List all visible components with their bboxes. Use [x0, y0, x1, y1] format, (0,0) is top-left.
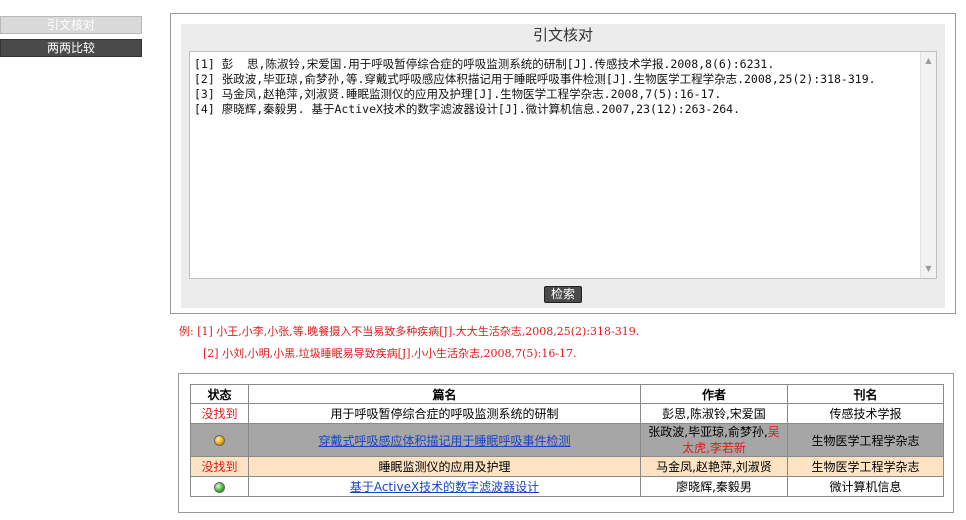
status-cell — [190, 476, 249, 497]
example-line-2: [2] 小刘,小明,小黑.垃圾睡眠易导致疾病[J].小小生活杂志,2008,7(… — [203, 347, 577, 360]
left-nav: 引文核对 两两比较 — [0, 16, 143, 57]
panel-title: 引文核对 — [532, 26, 593, 44]
results-box: 状态 篇名 作者 刊名 没找到 用于呼吸暂停综合症的呼吸监测系统的研制 彭思,陈… — [178, 373, 954, 513]
search-button[interactable]: 检索 — [544, 286, 582, 303]
journal-cell: 生物医学工程学杂志 — [787, 456, 944, 477]
authors-text: 张政波,毕亚琼,俞梦孙, — [648, 425, 768, 439]
authors-cell: 廖晓辉,秦毅男 — [640, 476, 788, 497]
title-link[interactable]: 穿戴式呼吸感应体积描记用于睡眠呼吸事件检测 — [318, 434, 570, 448]
example-hint: 例: [1] 小王,小李,小张,等.晚餐摄入不当易致多种疾病[J].大大生活杂志… — [179, 321, 639, 365]
nav-citation-check-button[interactable]: 引文核对 — [0, 16, 142, 34]
table-row: 没找到 睡眠监测仪的应用及护理 马金凤,赵艳萍,刘淑贤 生物医学工程学杂志 — [190, 456, 944, 477]
scroll-down-arrow-icon[interactable]: ▼ — [921, 262, 936, 276]
status-cell: 没找到 — [190, 403, 249, 424]
header-status: 状态 — [190, 384, 249, 404]
references-textarea[interactable]: [1] 彭 思,陈淑铃,宋爱国.用于呼吸暂停综合症的呼吸监测系统的研制[J].传… — [189, 51, 937, 279]
nav-pairwise-compare-button[interactable]: 两两比较 — [0, 39, 142, 57]
citation-panel-inner: 引文核对 [1] 彭 思,陈淑铃,宋爱国.用于呼吸暂停综合症的呼吸监测系统的研制… — [181, 24, 945, 308]
status-cell — [190, 423, 249, 457]
results-table: 状态 篇名 作者 刊名 没找到 用于呼吸暂停综合症的呼吸监测系统的研制 彭思,陈… — [190, 384, 944, 497]
table-row: 没找到 用于呼吸暂停综合症的呼吸监测系统的研制 彭思,陈淑铃,宋爱国 传感技术学… — [190, 403, 944, 424]
status-cell: 没找到 — [190, 456, 249, 477]
journal-cell: 生物医学工程学杂志 — [787, 423, 944, 457]
scroll-up-arrow-icon[interactable]: ▲ — [921, 54, 936, 68]
table-row: 穿戴式呼吸感应体积描记用于睡眠呼吸事件检测 张政波,毕亚琼,俞梦孙,吴太虎,李若… — [190, 423, 944, 457]
example-line-1: 例: [1] 小王,小李,小张,等.晚餐摄入不当易致多种疾病[J].大大生活杂志… — [179, 325, 640, 338]
table-row: 基于ActiveX技术的数字滤波器设计 廖晓辉,秦毅男 微计算机信息 — [190, 476, 944, 497]
references-text[interactable]: [1] 彭 思,陈淑铃,宋爱国.用于呼吸暂停综合症的呼吸监测系统的研制[J].传… — [194, 57, 922, 117]
textarea-scrollbar[interactable]: ▲ ▼ — [920, 52, 936, 278]
title-cell: 用于呼吸暂停综合症的呼吸监测系统的研制 — [248, 403, 641, 424]
header-title: 篇名 — [248, 384, 641, 404]
header-journal: 刊名 — [787, 384, 944, 404]
authors-cell: 彭思,陈淑铃,宋爱国 — [640, 403, 788, 424]
journal-cell: 传感技术学报 — [787, 403, 944, 424]
green-status-dot-icon — [214, 481, 225, 493]
title-cell: 基于ActiveX技术的数字滤波器设计 — [248, 476, 641, 497]
header-authors: 作者 — [640, 384, 788, 404]
orange-status-dot-icon — [214, 435, 225, 446]
title-cell: 睡眠监测仪的应用及护理 — [248, 456, 641, 477]
citation-panel: 引文核对 [1] 彭 思,陈淑铃,宋爱国.用于呼吸暂停综合症的呼吸监测系统的研制… — [170, 13, 956, 314]
authors-cell: 张政波,毕亚琼,俞梦孙,吴太虎,李若新 — [640, 423, 788, 457]
journal-cell: 微计算机信息 — [787, 476, 944, 497]
authors-cell: 马金凤,赵艳萍,刘淑贤 — [640, 456, 788, 477]
title-link[interactable]: 基于ActiveX技术的数字滤波器设计 — [350, 480, 539, 494]
results-header-row: 状态 篇名 作者 刊名 — [190, 384, 944, 404]
title-cell: 穿戴式呼吸感应体积描记用于睡眠呼吸事件检测 — [248, 423, 641, 457]
